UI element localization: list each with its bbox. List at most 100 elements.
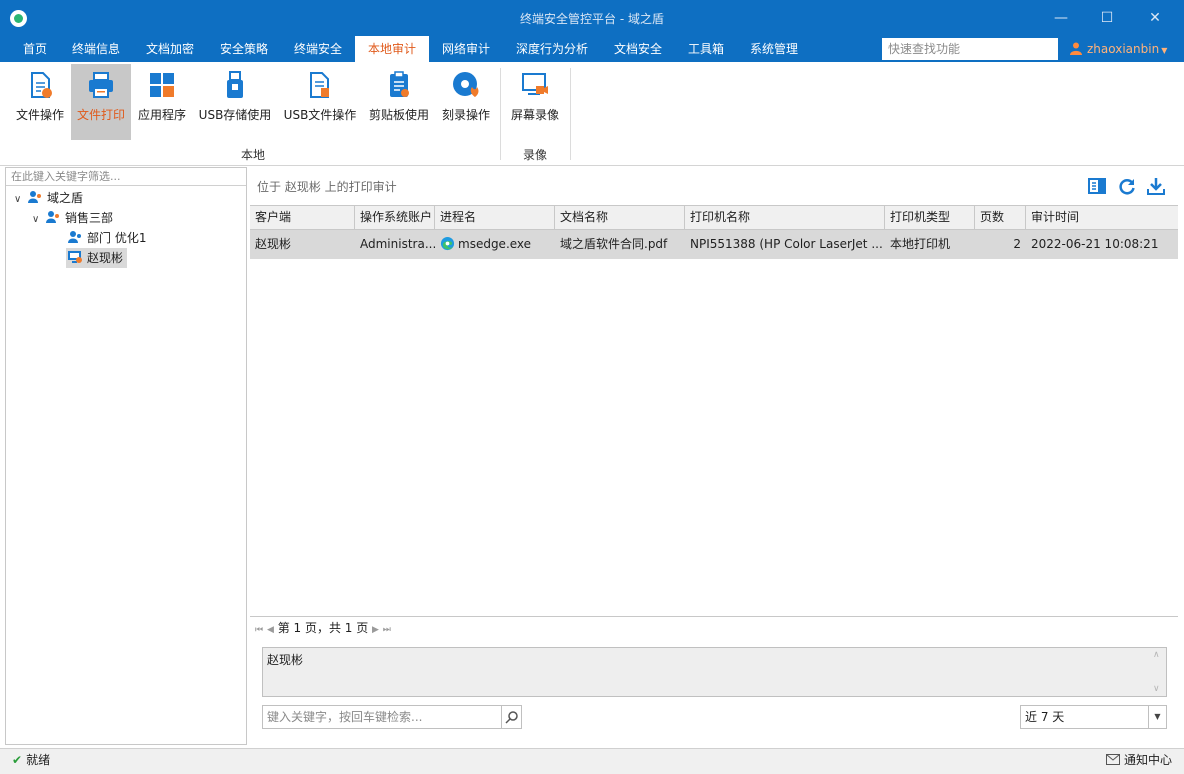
- menu-terminal-security[interactable]: 终端安全: [284, 36, 352, 62]
- window-title: 终端安全管控平台 - 域之盾: [520, 12, 664, 26]
- menu-security-policy[interactable]: 安全策略: [210, 36, 278, 62]
- menu-behavior-analysis[interactable]: 深度行为分析: [508, 36, 596, 62]
- table-header: 客户端 操作系统账户 进程名 文档名称 打印机名称 打印机类型 页数 审计时间: [250, 206, 1178, 230]
- usb-file-icon: [310, 72, 329, 98]
- group-icon: [68, 231, 81, 243]
- chevron-down-icon[interactable]: ▼: [1148, 706, 1166, 728]
- last-page-icon[interactable]: ⏭: [383, 625, 391, 635]
- cell-audit-time: 2022-06-21 10:08:21: [1031, 237, 1159, 251]
- tree-node-label: 部门 优化1: [87, 231, 147, 245]
- tree-node-label: 赵现彬: [87, 251, 124, 265]
- org-tree-panel: 在此键入关键字筛选... ∨ 域之盾 ∨ 销售三部 部门 优化1 赵现彬: [5, 167, 247, 745]
- audit-table: 客户端 操作系统账户 进程名 文档名称 打印机名称 打印机类型 页数 审计时间 …: [250, 205, 1178, 617]
- screen-record-icon: [522, 73, 548, 95]
- col-audit-time[interactable]: 审计时间: [1026, 206, 1178, 229]
- ribbon-label: 应用程序: [137, 108, 186, 122]
- notification-center[interactable]: 通知中心: [1105, 749, 1172, 771]
- col-printer-type[interactable]: 打印机类型: [885, 206, 975, 229]
- menu-network-audit[interactable]: 网络审计: [432, 36, 500, 62]
- tree-filter-input[interactable]: 在此键入关键字筛选...: [6, 168, 246, 186]
- scroll-down-icon[interactable]: ∨: [1153, 684, 1163, 694]
- ribbon-label: 屏幕录像: [510, 108, 559, 122]
- col-printer-name[interactable]: 打印机名称: [685, 206, 885, 229]
- page-info: 第 1 页，共 1 页: [277, 621, 369, 635]
- computer-icon: [68, 251, 82, 263]
- menu-system-admin[interactable]: 系统管理: [740, 36, 808, 62]
- detail-text: 赵现彬: [267, 653, 304, 667]
- minimize-icon[interactable]: —: [1051, 8, 1071, 28]
- next-page-icon[interactable]: ▶: [372, 625, 379, 635]
- ribbon-label: 文件打印: [76, 108, 125, 122]
- search-icon[interactable]: [501, 706, 521, 728]
- maximize-icon[interactable]: ☐: [1097, 8, 1117, 28]
- mail-icon: [1105, 754, 1120, 765]
- col-pages[interactable]: 页数: [975, 206, 1026, 229]
- menu-doc-encrypt[interactable]: 文档加密: [136, 36, 204, 62]
- quick-search-input[interactable]: 快速查找功能: [882, 38, 1058, 60]
- cell-os-account: Administra...: [360, 237, 435, 251]
- ribbon-applications[interactable]: 应用程序: [134, 64, 190, 140]
- cell-printer-name: NPI551388 (HP Color LaserJet ...: [690, 237, 883, 251]
- group-icon: [46, 211, 59, 223]
- file-operation-icon: [31, 72, 52, 98]
- ribbon-file-print[interactable]: 文件打印: [71, 64, 131, 140]
- ribbon-screen-record[interactable]: 屏幕录像: [506, 64, 564, 140]
- status-bar: ✔ 就绪 通知中心: [0, 748, 1184, 774]
- cell-client: 赵现彬: [255, 237, 292, 251]
- chevron-down-icon: ▼: [1161, 46, 1168, 55]
- tree-node-label: 销售三部: [65, 211, 114, 225]
- tree-node-root[interactable]: ∨ 域之盾: [14, 188, 83, 208]
- apps-icon: [150, 73, 174, 97]
- table-row[interactable]: 赵现彬 Administra... msedge.exe 域之盾软件合同.pdf…: [250, 230, 1178, 259]
- usb-storage-icon: [227, 71, 243, 98]
- tree-node-department[interactable]: ∨ 销售三部: [32, 208, 113, 228]
- refresh-icon[interactable]: [1117, 176, 1137, 196]
- tree-node-subgroup[interactable]: 部门 优化1: [68, 228, 146, 248]
- ribbon-usb-file[interactable]: USB文件操作: [280, 64, 360, 140]
- chevron-down-icon[interactable]: ∨: [14, 190, 28, 210]
- menu-doc-security[interactable]: 文档安全: [604, 36, 672, 62]
- column-chooser-icon[interactable]: [1087, 176, 1107, 196]
- ribbon-label: 刻录操作: [441, 108, 490, 122]
- title-bar: 终端安全管控平台 - 域之盾 — ☐ ✕: [0, 0, 1184, 36]
- first-page-icon[interactable]: ⏮: [255, 625, 263, 635]
- col-doc-name[interactable]: 文档名称: [555, 206, 685, 229]
- ribbon-clipboard[interactable]: 剪贴板使用: [364, 64, 434, 140]
- edge-browser-icon: [440, 236, 455, 251]
- printer-icon: [89, 72, 113, 98]
- cell-doc-name: 域之盾软件合同.pdf: [560, 237, 668, 251]
- menu-local-audit[interactable]: 本地审计: [355, 36, 429, 62]
- detail-textbox[interactable]: 赵现彬 ∧ ∨: [262, 647, 1167, 697]
- col-process[interactable]: 进程名: [435, 206, 555, 229]
- chevron-down-icon[interactable]: ∨: [32, 210, 46, 230]
- keyword-search-input[interactable]: 键入关键字，按回车键检索...: [262, 705, 522, 729]
- ribbon-group-local: 本地: [240, 148, 265, 162]
- prev-page-icon[interactable]: ◀: [267, 625, 274, 635]
- clipboard-icon: [390, 71, 409, 97]
- download-icon[interactable]: [1146, 176, 1166, 196]
- tree-node-terminal[interactable]: 赵现彬: [66, 248, 128, 268]
- ribbon-label: 剪贴板使用: [368, 108, 429, 122]
- status-text: 就绪: [26, 753, 51, 767]
- close-icon[interactable]: ✕: [1145, 8, 1165, 28]
- col-client[interactable]: 客户端: [250, 206, 355, 229]
- path-info: 位于 赵现彬 上的打印审计: [257, 180, 397, 194]
- ribbon-label: 文件操作: [15, 108, 64, 122]
- cell-pages: 2: [1013, 237, 1021, 251]
- col-os-account[interactable]: 操作系统账户: [355, 206, 435, 229]
- user-menu[interactable]: zhaoxianbin ▼: [1070, 36, 1167, 62]
- menu-terminal-info[interactable]: 终端信息: [62, 36, 130, 62]
- ribbon-usb-storage[interactable]: USB存储使用: [196, 64, 274, 140]
- menu-toolbox[interactable]: 工具箱: [680, 36, 732, 62]
- ribbon-group-divider: [570, 68, 571, 160]
- ribbon-disc-burn[interactable]: 刻录操作: [438, 64, 494, 140]
- date-range-select[interactable]: 近 7 天 ▼: [1020, 705, 1167, 729]
- pagination: ⏮ ◀ 第 1 页，共 1 页 ▶ ⏭: [250, 617, 1178, 639]
- menu-home[interactable]: 首页: [10, 36, 60, 62]
- ribbon-file-operation[interactable]: 文件操作: [10, 64, 70, 140]
- status-ready: ✔ 就绪: [12, 749, 50, 771]
- user-icon: [1070, 42, 1082, 55]
- cell-process: msedge.exe: [435, 230, 555, 259]
- cell-printer-type: 本地打印机: [890, 237, 951, 251]
- scroll-up-icon[interactable]: ∧: [1153, 650, 1163, 660]
